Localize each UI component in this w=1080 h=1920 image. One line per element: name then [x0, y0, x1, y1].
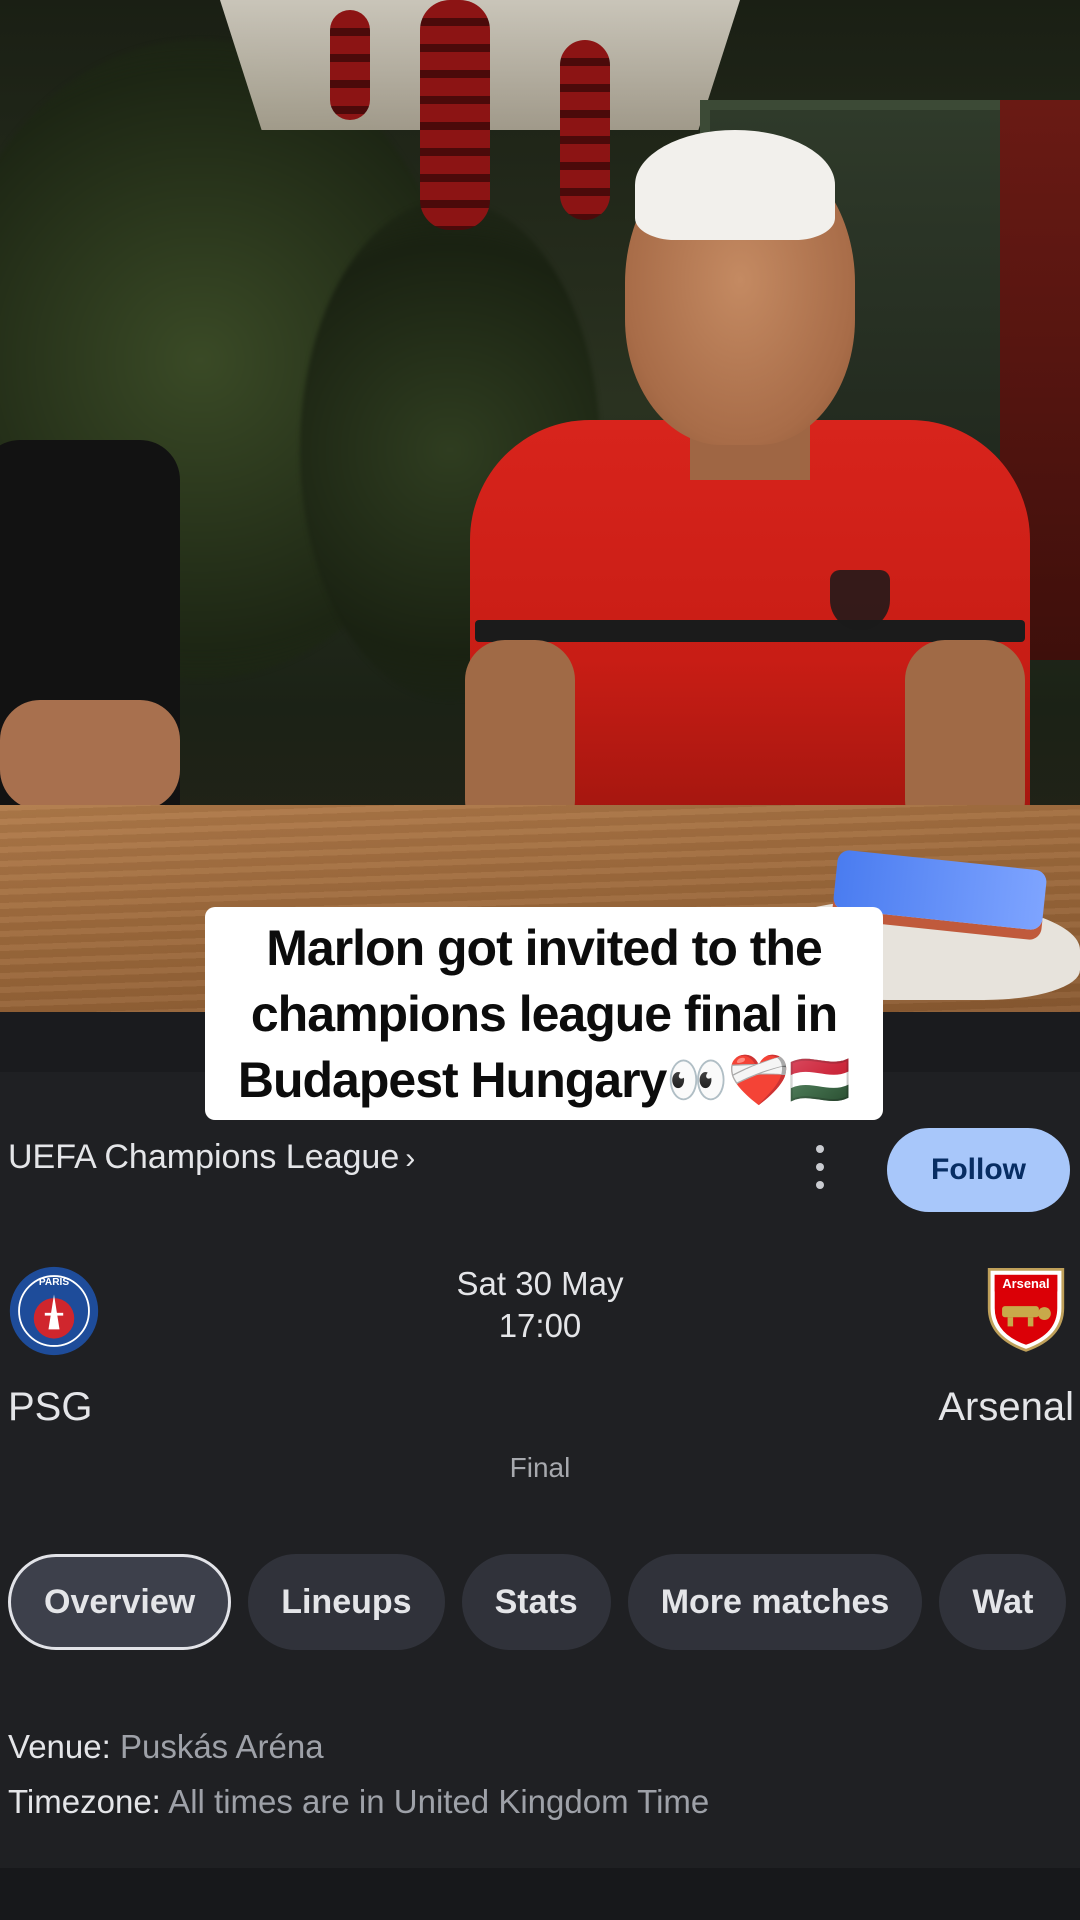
chili-string — [560, 40, 610, 220]
match-stage: Final — [509, 1452, 571, 1483]
tab-lineups[interactable]: Lineups — [248, 1554, 445, 1650]
white-cap — [635, 130, 835, 240]
screen: UEFA Champions League › Follow PARIS Arse… — [0, 0, 1080, 1920]
more-vert-icon[interactable] — [808, 1145, 832, 1189]
league-link[interactable]: UEFA Champions League › — [8, 1138, 415, 1177]
arsenal-crest-text: Arsenal — [1002, 1276, 1049, 1291]
match-datetime: Sat 30 May 17:00 — [390, 1263, 690, 1347]
video-frame — [0, 0, 1080, 1012]
tab-more-matches[interactable]: More matches — [627, 1554, 923, 1650]
person-left-arm — [0, 700, 180, 810]
match-time: 17:00 — [498, 1307, 582, 1344]
follow-button[interactable]: Follow — [887, 1128, 1070, 1212]
home-team-name[interactable]: PSG — [8, 1385, 92, 1430]
shirt-stripe — [475, 620, 1025, 642]
card-bottom-strip — [0, 1868, 1080, 1920]
chili-string — [420, 0, 490, 230]
match-date: Sat 30 May — [456, 1265, 624, 1302]
away-team-name[interactable]: Arsenal — [938, 1385, 1074, 1430]
tab-bar: Overview Lineups Stats More matches Wat — [8, 1554, 1067, 1650]
psg-crest-text: PARIS — [39, 1277, 69, 1288]
venue-value[interactable]: Puskás Aréna — [120, 1728, 324, 1765]
arsenal-crest-icon[interactable]: Arsenal — [980, 1262, 1072, 1354]
psg-crest-icon[interactable]: PARIS — [8, 1265, 100, 1357]
timezone-value: All times are in United Kingdom Time — [168, 1783, 710, 1820]
tab-watch[interactable]: Wat — [939, 1554, 1067, 1650]
timezone-label: Timezone: — [8, 1783, 161, 1820]
tab-overview[interactable]: Overview — [8, 1554, 232, 1650]
timezone-row: Timezone: All times are in United Kingdo… — [8, 1783, 709, 1821]
caption-text: Marlon got invited to the champions leag… — [237, 919, 851, 1108]
chevron-right-icon: › — [405, 1142, 416, 1175]
tab-stats[interactable]: Stats — [461, 1554, 611, 1650]
shirt-emblem — [830, 570, 890, 630]
venue-label: Venue: — [8, 1728, 111, 1765]
league-name: UEFA Champions League — [8, 1138, 400, 1176]
venue-row: Venue: Puskás Aréna — [8, 1728, 324, 1766]
video-caption: Marlon got invited to the champions leag… — [205, 907, 883, 1120]
chili-string — [330, 10, 370, 120]
